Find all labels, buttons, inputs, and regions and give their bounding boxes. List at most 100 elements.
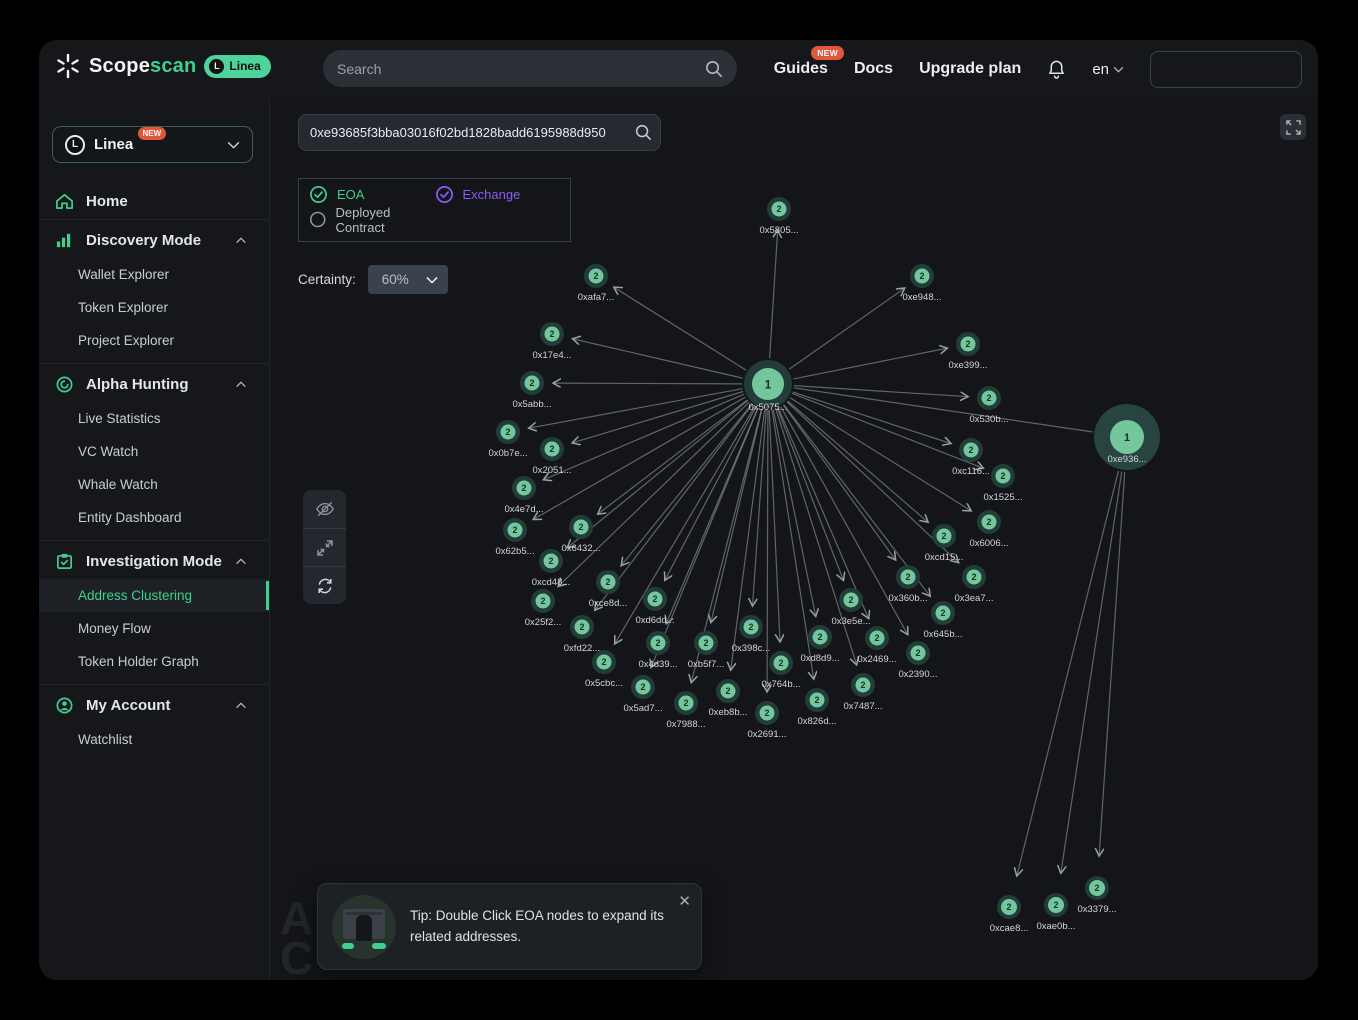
graph-node-0x25f2[interactable]: 20x25f2... (525, 589, 561, 628)
graph-node-0x826d[interactable]: 20x826d... (797, 688, 836, 727)
graph-edge (533, 397, 745, 520)
logo[interactable]: Scopescan L Linea (55, 53, 271, 79)
svg-text:0x2051...: 0x2051... (532, 465, 571, 476)
sidebar-item-whale-watch[interactable]: Whale Watch (39, 468, 269, 501)
nav-upgrade-plan[interactable]: Upgrade plan (919, 60, 1021, 78)
network-selector[interactable]: L Linea NEW (52, 126, 253, 163)
graph-node-0x3e5e[interactable]: 20x3e5e... (831, 588, 870, 627)
legend-exchange[interactable]: Exchange (435, 185, 561, 204)
sidebar-item-wallet-explorer[interactable]: Wallet Explorer (39, 258, 269, 291)
graph-edge (790, 398, 971, 511)
new-badge: NEW (811, 46, 844, 60)
svg-text:0x3ea7...: 0x3ea7... (954, 593, 993, 604)
graph-node-0xfd22[interactable]: 20xfd22... (564, 615, 600, 654)
hide-labels-button[interactable] (303, 490, 346, 528)
close-icon[interactable]: ✕ (678, 894, 691, 909)
graph-node-0xafa7[interactable]: 20xafa7... (578, 264, 614, 303)
svg-text:0x25f2...: 0x25f2... (525, 617, 561, 628)
svg-text:2: 2 (965, 339, 970, 349)
search-icon[interactable] (634, 123, 652, 141)
graph-node-0xb5f7[interactable]: 20xb5f7... (688, 631, 724, 670)
graph-node-0xe948[interactable]: 20xe948... (902, 264, 941, 303)
nav-guides[interactable]: GuidesNEW (774, 60, 828, 78)
certainty-select[interactable]: 60% (368, 265, 448, 294)
fit-view-button[interactable] (303, 528, 346, 566)
graph-node-0x3ea7[interactable]: 20x3ea7... (954, 565, 993, 604)
graph-node-0xcd15[interactable]: 20xcd15... (925, 524, 964, 563)
graph-node-0xae0b[interactable]: 20xae0b... (1036, 893, 1075, 932)
svg-text:2: 2 (874, 633, 879, 643)
header-action-button[interactable] (1150, 51, 1302, 88)
graph-node-0xc116[interactable]: 20xc116... (952, 438, 990, 477)
graph-node-0x6432[interactable]: 20x6432... (561, 515, 600, 554)
sidebar-item-my-account[interactable]: My Account (39, 687, 269, 723)
svg-text:0xce8d...: 0xce8d... (589, 598, 628, 609)
graph-node-0x645b[interactable]: 20x645b... (923, 601, 962, 640)
legend-eoa[interactable]: EOA (309, 185, 435, 204)
nav-docs[interactable]: Docs (854, 60, 893, 78)
graph-node-0xeb8b[interactable]: 20xeb8b... (708, 679, 747, 718)
graph-node-0xd6dd[interactable]: 20xd6dd... (635, 587, 674, 626)
sidebar-item-watchlist[interactable]: Watchlist (39, 723, 269, 756)
svg-text:0x4d39...: 0x4d39... (638, 659, 677, 670)
notifications-bell-icon[interactable] (1047, 59, 1066, 80)
graph-node-0x4d39[interactable]: 20x4d39... (638, 631, 677, 670)
graph-node-0xe936[interactable]: 10xe936... (1094, 404, 1160, 470)
svg-text:1: 1 (765, 377, 772, 391)
graph-node-0x5805[interactable]: 20x5805... (759, 197, 798, 236)
graph-node-0x2691[interactable]: 20x2691... (747, 701, 786, 740)
sidebar-item-money-flow[interactable]: Money Flow (39, 612, 269, 645)
graph-node-0x2390[interactable]: 20x2390... (898, 641, 937, 680)
global-search-input[interactable] (337, 61, 704, 77)
sidebar-item-vc-watch[interactable]: VC Watch (39, 435, 269, 468)
sidebar-item-investigation-mode[interactable]: Investigation Mode (39, 543, 269, 579)
address-input[interactable] (310, 125, 632, 140)
home-icon (55, 192, 74, 211)
svg-text:2: 2 (579, 622, 584, 632)
legend-deployed-contract[interactable]: Deployed Contract (309, 205, 435, 235)
graph-node-0x0b7e[interactable]: 20x0b7e... (488, 420, 527, 459)
global-search[interactable] (323, 50, 737, 87)
svg-text:0x7988...: 0x7988... (666, 719, 705, 730)
sidebar-item-discovery-mode[interactable]: Discovery Mode (39, 222, 269, 258)
graph-node-0x7988[interactable]: 20x7988... (666, 691, 705, 730)
graph-node-0x7487[interactable]: 20x7487... (843, 673, 882, 712)
fullscreen-button[interactable] (1280, 114, 1306, 140)
svg-text:0xeb8b...: 0xeb8b... (708, 707, 747, 718)
graph-node-0x5abb[interactable]: 20x5abb... (512, 371, 551, 410)
graph-node-0x2469[interactable]: 20x2469... (857, 626, 896, 665)
sidebar-item-address-clustering[interactable]: Address Clustering (39, 579, 269, 612)
tip-illustration (332, 895, 396, 959)
graph-node-0x3379[interactable]: 20x3379... (1077, 876, 1116, 915)
graph-edge (777, 408, 843, 580)
graph-node-0x5075[interactable]: 10x5075... (744, 360, 792, 413)
graph-node-0x5ad7[interactable]: 20x5ad7... (623, 675, 662, 714)
graph-node-0x530b[interactable]: 20x530b... (969, 386, 1008, 425)
sidebar-item-live-statistics[interactable]: Live Statistics (39, 402, 269, 435)
svg-text:2: 2 (848, 595, 853, 605)
graph-node-0x6006[interactable]: 20x6006... (969, 510, 1008, 549)
language-selector[interactable]: en (1092, 61, 1124, 78)
svg-text:2: 2 (640, 682, 645, 692)
user-icon (55, 696, 74, 715)
graph-node-0x62b5[interactable]: 20x62b5... (495, 518, 534, 557)
svg-text:0x4e7d...: 0x4e7d... (504, 504, 543, 515)
graph-node-0xe399[interactable]: 20xe399... (948, 332, 987, 371)
sidebar-item-project-explorer[interactable]: Project Explorer (39, 324, 269, 357)
sidebar-item-alpha-hunting[interactable]: Alpha Hunting (39, 366, 269, 402)
graph-node-0xcd48[interactable]: 20xcd48... (532, 549, 571, 588)
brand-name: Scopescan (89, 55, 196, 78)
graph-node-0x5cbc[interactable]: 20x5cbc... (585, 650, 623, 689)
graph-node-0xcae8[interactable]: 20xcae8... (990, 895, 1029, 934)
address-search-box[interactable] (298, 114, 661, 151)
certainty-control: Certainty: 60% (298, 265, 448, 294)
sidebar-item-home[interactable]: Home (39, 183, 269, 219)
sidebar-item-entity-dashboard[interactable]: Entity Dashboard (39, 501, 269, 534)
graph-node-0x2051[interactable]: 20x2051... (532, 437, 571, 476)
graph-node-0x17e4[interactable]: 20x17e4... (532, 322, 571, 361)
graph-node-0x4e7d[interactable]: 20x4e7d... (504, 476, 543, 515)
graph-edge (778, 408, 868, 619)
sidebar-item-token-explorer[interactable]: Token Explorer (39, 291, 269, 324)
sidebar-item-token-holder-graph[interactable]: Token Holder Graph (39, 645, 269, 678)
refresh-button[interactable] (303, 566, 346, 604)
